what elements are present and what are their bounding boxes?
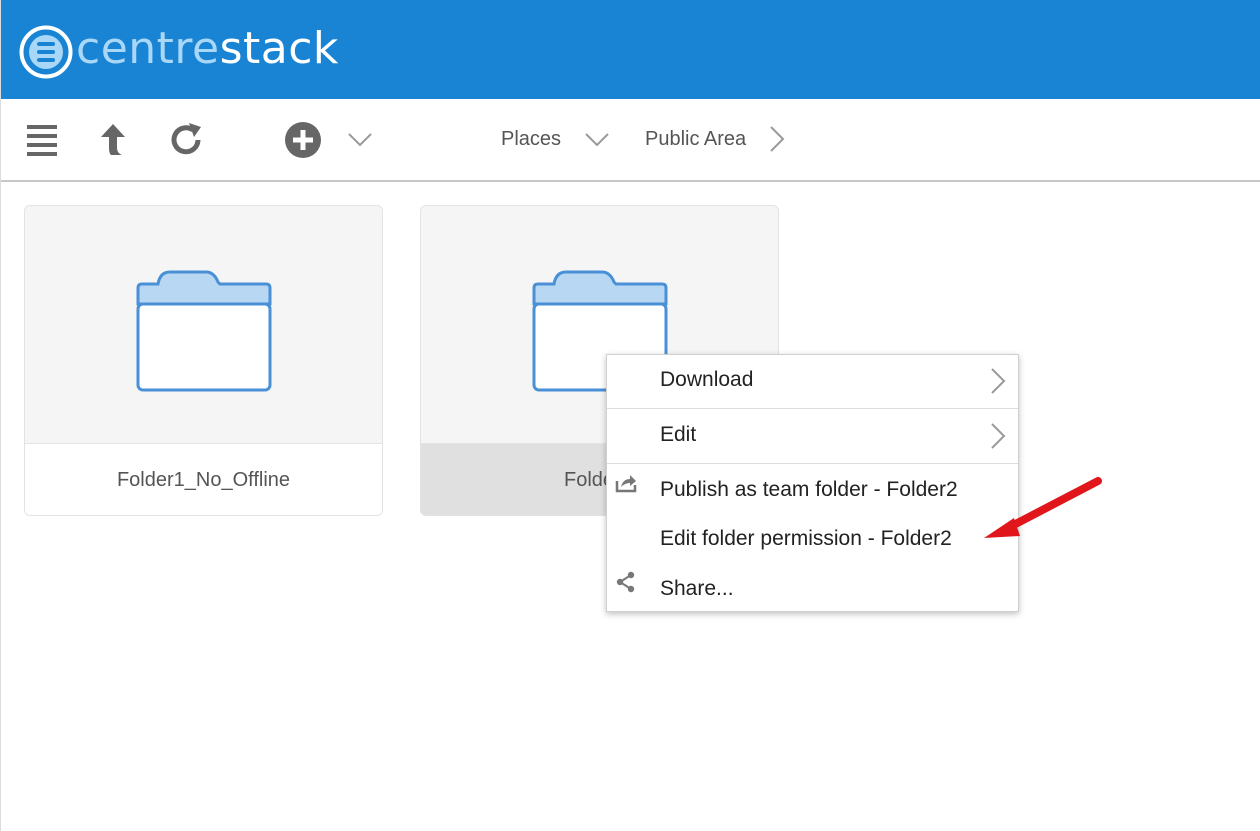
- menu-item-edit[interactable]: Edit: [607, 409, 1018, 463]
- breadcrumb-public-area[interactable]: Public Area: [645, 128, 746, 151]
- app-window: centrestack Places Public Area Folder1_N…: [0, 0, 1260, 831]
- folder-tile[interactable]: Folder1_No_Offline: [24, 205, 383, 516]
- chevron-right-icon: [991, 423, 1006, 449]
- menu-item-edit-folder-permission[interactable]: Edit folder permission - Folder2: [607, 516, 1018, 564]
- folder-name: Folder1_No_Offline: [25, 444, 382, 515]
- refresh-icon[interactable]: [167, 121, 205, 159]
- menu-item-label: Download: [660, 368, 754, 391]
- chevron-down-icon[interactable]: [347, 132, 373, 148]
- context-menu: Download Edit Publish as team folder - F…: [606, 354, 1019, 612]
- logo-wordmark: centrestack: [76, 21, 339, 77]
- chevron-down-icon[interactable]: [584, 132, 610, 148]
- chevron-right-icon: [991, 368, 1006, 394]
- menu-item-label: Edit folder permission - Folder2: [660, 527, 952, 550]
- plus-circle-icon[interactable]: [284, 121, 322, 159]
- centrestack-logo[interactable]: centrestack: [18, 21, 339, 80]
- menu-item-label: Edit: [660, 423, 697, 446]
- logo-mark-icon: [19, 25, 73, 79]
- logo-text-bold: stack: [219, 23, 339, 74]
- toolbar: Places Public Area: [1, 99, 1260, 182]
- share-icon: [616, 571, 635, 593]
- menu-item-label: Share...: [660, 577, 734, 600]
- menu-item-label: Publish as team folder - Folder2: [660, 478, 958, 501]
- up-arrow-icon[interactable]: [99, 122, 127, 158]
- red-arrow-icon: [984, 477, 1102, 538]
- app-header: centrestack: [1, 0, 1260, 99]
- breadcrumb-places[interactable]: Places: [501, 128, 561, 151]
- menu-item-share[interactable]: Share...: [607, 564, 1018, 612]
- menu-item-publish-team-folder[interactable]: Publish as team folder - Folder2: [607, 464, 1018, 516]
- folder-icon: [136, 270, 272, 392]
- hamburger-menu-icon[interactable]: [27, 125, 57, 157]
- logo-text-light: centre: [76, 23, 220, 74]
- folder-thumbnail: [25, 206, 382, 444]
- menu-item-download[interactable]: Download: [607, 355, 1018, 408]
- chevron-right-icon[interactable]: [768, 125, 786, 153]
- publish-share-icon: [615, 475, 637, 493]
